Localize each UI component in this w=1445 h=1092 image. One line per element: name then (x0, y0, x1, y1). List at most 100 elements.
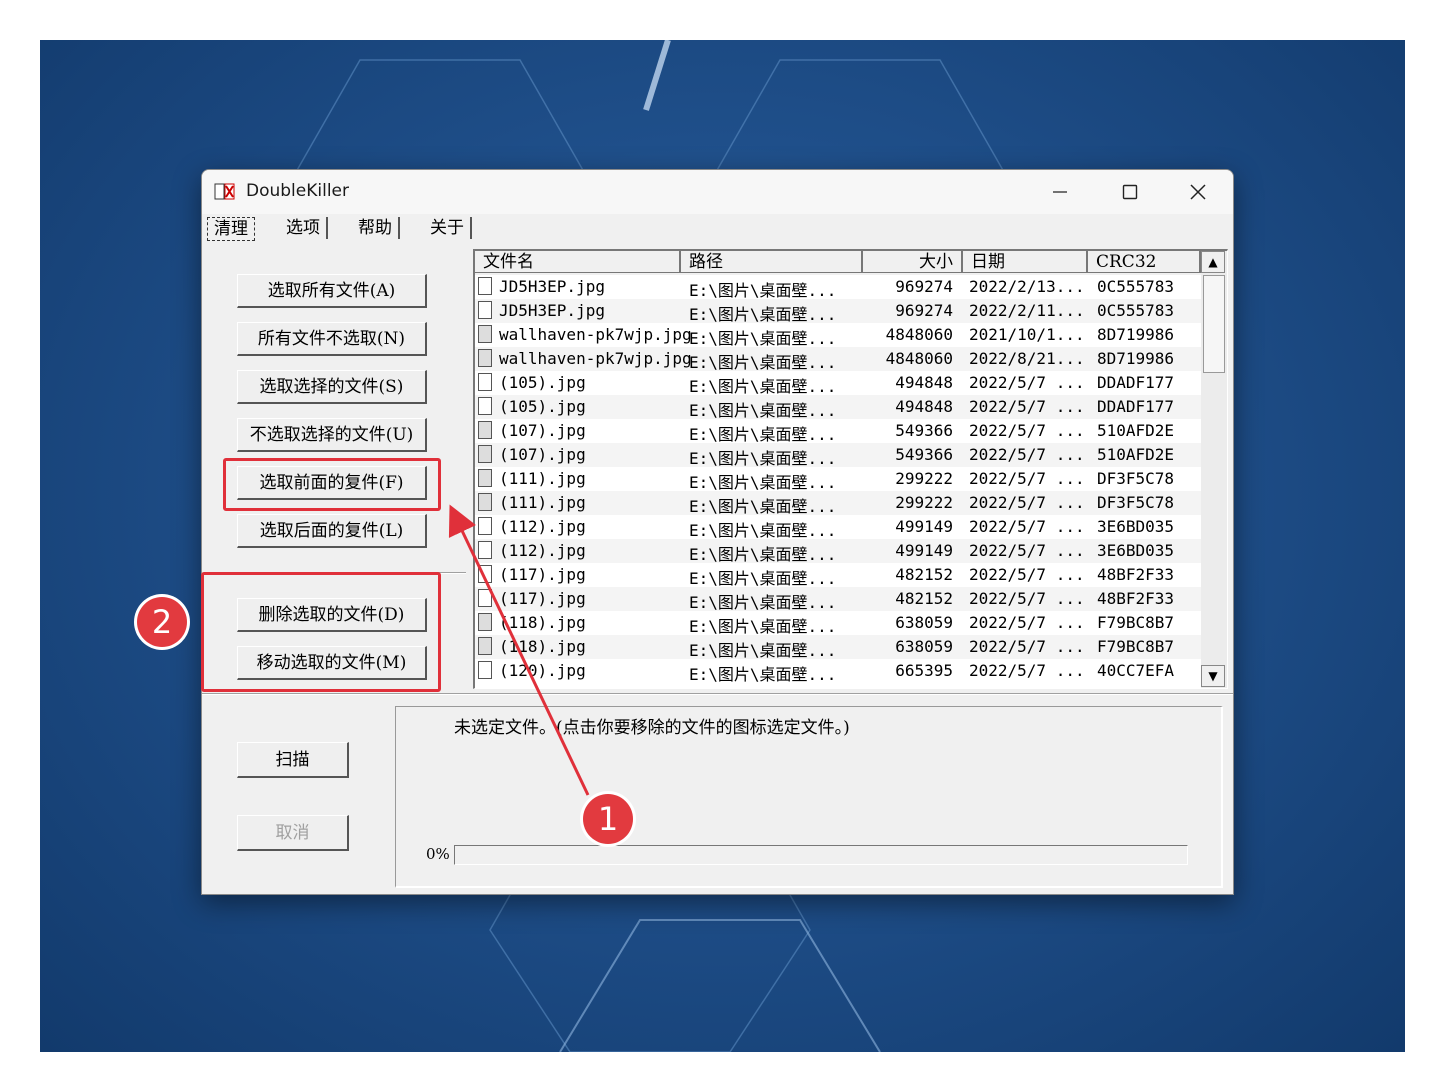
table-row[interactable]: (118).jpg E:\图片\桌面壁... 638059 2022/5/7 ... F… (475, 635, 1201, 660)
vertical-scrollbar[interactable]: ▲ ▼ (1201, 251, 1227, 688)
table-row[interactable]: (107).jpg E:\图片\桌面壁... 549366 2022/5/7 ... 5… (475, 419, 1201, 444)
table-row[interactable]: (105).jpg E:\图片\桌面壁... 494848 2022/5/7 ... D… (475, 395, 1201, 420)
table-row[interactable]: (120).jpg E:\图片\桌面壁... 665395 2022/5/7 ... 4… (475, 659, 1201, 684)
file-icon[interactable] (478, 277, 492, 295)
cell-size: 969274 (895, 301, 953, 320)
table-row[interactable]: (105).jpg E:\图片\桌面壁... 494848 2022/5/7 ... D… (475, 371, 1201, 396)
table-row[interactable]: (117).jpg E:\图片\桌面壁... 482152 2022/5/7 ... 4… (475, 587, 1201, 612)
table-row[interactable]: wallhaven-pk7wjp.jpg E:\图片\桌面壁... 4848060 2… (475, 347, 1201, 372)
close-button[interactable] (1170, 176, 1226, 208)
cell-path: E:\图片\桌面壁... (689, 665, 837, 684)
file-icon[interactable] (478, 469, 492, 487)
table-row[interactable]: (112).jpg E:\图片\桌面壁... 499149 2022/5/7 ... 3… (475, 515, 1201, 540)
cell-size: 494848 (895, 373, 953, 392)
cell-size: 482152 (895, 589, 953, 608)
table-row[interactable]: (107).jpg E:\图片\桌面壁... 549366 2022/5/7 ... 5… (475, 443, 1201, 468)
file-icon[interactable] (478, 325, 492, 343)
cell-date: 2022/5/7 ... (969, 445, 1085, 464)
scroll-up-arrow-icon[interactable]: ▲ (1201, 251, 1225, 273)
column-header-crc32[interactable]: CRC32 (1088, 251, 1201, 273)
cell-size: 299222 (895, 469, 953, 488)
cell-filename: (118).jpg (499, 637, 586, 656)
cell-filename: (118).jpg (499, 613, 586, 632)
column-header-path[interactable]: 路径 (681, 251, 863, 273)
minimize-icon (1053, 191, 1067, 193)
scan-button[interactable]: 扫描 (237, 742, 349, 778)
cell-filename: (120).jpg (499, 661, 586, 680)
scroll-down-arrow-icon[interactable]: ▼ (1201, 665, 1225, 687)
maximize-button[interactable] (1102, 176, 1158, 208)
cell-path: E:\图片\桌面壁... (689, 305, 837, 324)
cell-date: 2022/5/7 ... (969, 613, 1085, 632)
file-icon[interactable] (478, 565, 492, 583)
file-icon[interactable] (478, 301, 492, 319)
menu-help[interactable]: 帮助 (352, 217, 400, 239)
deselect-all-button[interactable]: 所有文件不选取(N) (237, 322, 427, 356)
select-all-button[interactable]: 选取所有文件(A) (237, 274, 427, 308)
cell-path: E:\图片\桌面壁... (689, 569, 837, 588)
cell-crc32: DF3F5C78 (1097, 493, 1175, 512)
file-icon[interactable] (478, 397, 492, 415)
cell-filename: (107).jpg (499, 445, 586, 464)
list-header: 文件名 路径 大小 日期 CRC32 (475, 251, 1201, 275)
maximize-icon (1122, 184, 1138, 200)
file-icon[interactable] (478, 637, 492, 655)
column-header-name[interactable]: 文件名 (475, 251, 681, 273)
cell-path: E:\图片\桌面壁... (689, 497, 837, 516)
minimize-button[interactable] (1032, 176, 1088, 208)
select-back-duplicates-button[interactable]: 选取后面的复件(L) (237, 514, 427, 548)
cell-path: E:\图片\桌面壁... (689, 545, 837, 564)
cell-path: E:\图片\桌面壁... (689, 329, 837, 348)
progress-bar (454, 845, 1188, 865)
scroll-thumb[interactable] (1203, 275, 1225, 373)
table-row[interactable]: wallhaven-pk7wjp.jpg E:\图片\桌面壁... 4848060 2… (475, 323, 1201, 348)
menu-about[interactable]: 关于 (424, 217, 472, 239)
file-icon[interactable] (478, 517, 492, 535)
file-icon[interactable] (478, 445, 492, 463)
column-header-size[interactable]: 大小 (863, 251, 963, 273)
table-row[interactable]: (112).jpg E:\图片\桌面壁... 499149 2022/5/7 ... 3… (475, 539, 1201, 564)
file-icon[interactable] (478, 493, 492, 511)
file-icon[interactable] (478, 349, 492, 367)
file-icon[interactable] (478, 541, 492, 559)
file-icon[interactable] (478, 421, 492, 439)
cell-path: E:\图片\桌面壁... (689, 425, 837, 444)
progress-percent: 0% (426, 845, 450, 863)
cell-path: E:\图片\桌面壁... (689, 281, 837, 300)
file-icon[interactable] (478, 589, 492, 607)
select-selected-button[interactable]: 选取选择的文件(S) (237, 370, 427, 404)
cell-crc32: 0C555783 (1097, 277, 1175, 296)
cell-date: 2022/5/7 ... (969, 517, 1085, 536)
table-row[interactable]: (111).jpg E:\图片\桌面壁... 299222 2022/5/7 ... D… (475, 491, 1201, 516)
cell-path: E:\图片\桌面壁... (689, 641, 837, 660)
duplicate-file-list[interactable]: 文件名 路径 大小 日期 CRC32 JD5H3EP.jpg E:\图片\桌面壁.… (473, 249, 1228, 689)
menu-clean[interactable]: 清理 (207, 217, 255, 241)
cell-date: 2022/5/7 ... (969, 589, 1085, 608)
menu-options[interactable]: 选项 (280, 217, 328, 239)
cell-crc32: 8D719986 (1097, 349, 1175, 368)
file-icon[interactable] (478, 373, 492, 391)
table-row[interactable]: (118).jpg E:\图片\桌面壁... 638059 2022/5/7 ... F… (475, 611, 1201, 636)
cell-filename: wallhaven-pk7wjp.jpg (499, 349, 692, 368)
app-icon (214, 183, 235, 200)
table-row[interactable]: (117).jpg E:\图片\桌面壁... 482152 2022/5/7 ... 4… (475, 563, 1201, 588)
cell-crc32: F79BC8B7 (1097, 613, 1175, 632)
cell-date: 2022/8/21... (969, 349, 1085, 368)
cell-crc32: DDADF177 (1097, 397, 1175, 416)
cell-path: E:\图片\桌面壁... (689, 617, 837, 636)
file-icon[interactable] (478, 661, 492, 679)
table-row[interactable]: (111).jpg E:\图片\桌面壁... 299222 2022/5/7 ... D… (475, 467, 1201, 492)
file-icon[interactable] (478, 613, 492, 631)
close-icon (1190, 184, 1206, 200)
status-panel: 未选定文件。(点击你要移除的文件的图标选定文件。) 0% (395, 706, 1223, 888)
cell-filename: (117).jpg (499, 565, 586, 584)
cell-crc32: 48BF2F33 (1097, 565, 1175, 584)
column-header-date[interactable]: 日期 (963, 251, 1088, 273)
cell-path: E:\图片\桌面壁... (689, 521, 837, 540)
deselect-selected-button[interactable]: 不选取选择的文件(U) (237, 418, 427, 452)
cell-filename: (112).jpg (499, 541, 586, 560)
cell-filename: (111).jpg (499, 469, 586, 488)
table-row[interactable]: JD5H3EP.jpg E:\图片\桌面壁... 969274 2022/2/13..… (475, 275, 1201, 300)
table-row[interactable]: JD5H3EP.jpg E:\图片\桌面壁... 969274 2022/2/11..… (475, 299, 1201, 324)
cancel-button[interactable]: 取消 (237, 815, 349, 851)
